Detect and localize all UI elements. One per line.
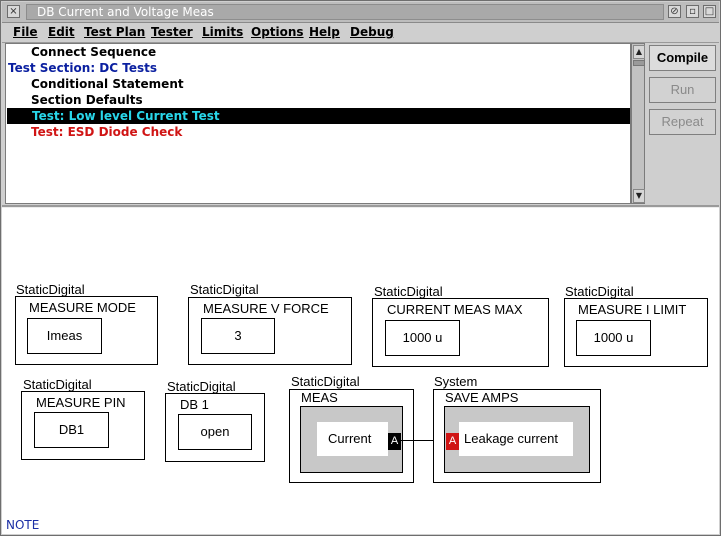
list-item-esd-diode-check[interactable]: Test: ESD Diode Check bbox=[6, 124, 630, 140]
input-port[interactable]: A bbox=[446, 433, 459, 450]
minimize-icon[interactable]: ⊘ bbox=[668, 5, 681, 18]
menu-tester[interactable]: Tester bbox=[151, 24, 193, 40]
menu-file[interactable]: File bbox=[13, 24, 38, 40]
window-title: DB Current and Voltage Meas bbox=[26, 4, 664, 20]
flow-canvas[interactable]: StaticDigital MEASURE MODE Imeas StaticD… bbox=[2, 208, 719, 534]
menu-limits[interactable]: Limits bbox=[202, 24, 243, 40]
maximize-icon[interactable]: □ bbox=[703, 5, 716, 18]
block-type-label: StaticDigital bbox=[167, 379, 236, 394]
block-value[interactable]: 1000 u bbox=[385, 320, 460, 356]
block-value[interactable]: open bbox=[178, 414, 252, 450]
list-item-section-defaults[interactable]: Section Defaults bbox=[6, 92, 630, 108]
restore-icon[interactable]: ▫ bbox=[686, 5, 699, 18]
block-value[interactable]: Imeas bbox=[27, 318, 102, 354]
list-item-conditional-statement[interactable]: Conditional Statement bbox=[6, 76, 630, 92]
scroll-up-icon[interactable]: ▲ bbox=[633, 45, 645, 59]
block-type-label: StaticDigital bbox=[23, 377, 92, 392]
vertical-scrollbar[interactable]: ▲ ▼ bbox=[631, 43, 645, 204]
menu-test-plan[interactable]: Test Plan bbox=[84, 24, 145, 40]
menu-bar: File Edit Test Plan Tester Limits Option… bbox=[2, 23, 719, 43]
test-plan-list[interactable]: Connect Sequence Test Section: DC Tests … bbox=[5, 43, 631, 204]
note-label: NOTE bbox=[6, 518, 40, 532]
list-item-connect-sequence[interactable]: Connect Sequence bbox=[6, 44, 630, 60]
block-title: MEASURE I LIMIT bbox=[578, 302, 687, 317]
menu-help[interactable]: Help bbox=[309, 24, 340, 40]
block-title: CURRENT MEAS MAX bbox=[387, 302, 523, 317]
block-title: MEASURE MODE bbox=[29, 300, 136, 315]
block-title: MEAS bbox=[301, 390, 338, 405]
compile-button[interactable]: Compile bbox=[649, 45, 716, 71]
menu-debug[interactable]: Debug bbox=[350, 24, 394, 40]
scroll-thumb[interactable] bbox=[633, 60, 645, 66]
block-type-label: System bbox=[434, 374, 478, 389]
menu-options[interactable]: Options bbox=[251, 24, 304, 40]
block-value[interactable]: Current bbox=[317, 422, 388, 456]
application-window: ⨯ DB Current and Voltage Meas ⊘ ▫ □ File… bbox=[0, 0, 721, 536]
run-button[interactable]: Run bbox=[649, 77, 716, 103]
repeat-button[interactable]: Repeat bbox=[649, 109, 716, 135]
list-item-test-section[interactable]: Test Section: DC Tests bbox=[6, 60, 630, 76]
block-type-label: StaticDigital bbox=[374, 284, 443, 299]
block-title: DB 1 bbox=[180, 397, 209, 412]
block-type-label: StaticDigital bbox=[190, 282, 259, 297]
block-title: MEASURE PIN bbox=[36, 395, 126, 410]
block-type-label: StaticDigital bbox=[565, 284, 634, 299]
title-bar: ⨯ DB Current and Voltage Meas ⊘ ▫ □ bbox=[2, 2, 719, 23]
block-title: MEASURE V FORCE bbox=[203, 301, 329, 316]
block-value[interactable]: Leakage current bbox=[459, 422, 573, 456]
window-menu-icon[interactable]: ⨯ bbox=[7, 5, 20, 18]
block-value[interactable]: 1000 u bbox=[576, 320, 651, 356]
block-type-label: StaticDigital bbox=[291, 374, 360, 389]
block-type-label: StaticDigital bbox=[16, 282, 85, 297]
list-item-low-level-current-test[interactable]: Test: Low level Current Test bbox=[7, 108, 630, 124]
block-value[interactable]: 3 bbox=[201, 318, 275, 354]
scroll-down-icon[interactable]: ▼ bbox=[633, 189, 645, 203]
block-value[interactable]: DB1 bbox=[34, 412, 109, 448]
block-title: SAVE AMPS bbox=[445, 390, 519, 405]
output-port[interactable]: A bbox=[388, 433, 401, 450]
menu-edit[interactable]: Edit bbox=[48, 24, 75, 40]
